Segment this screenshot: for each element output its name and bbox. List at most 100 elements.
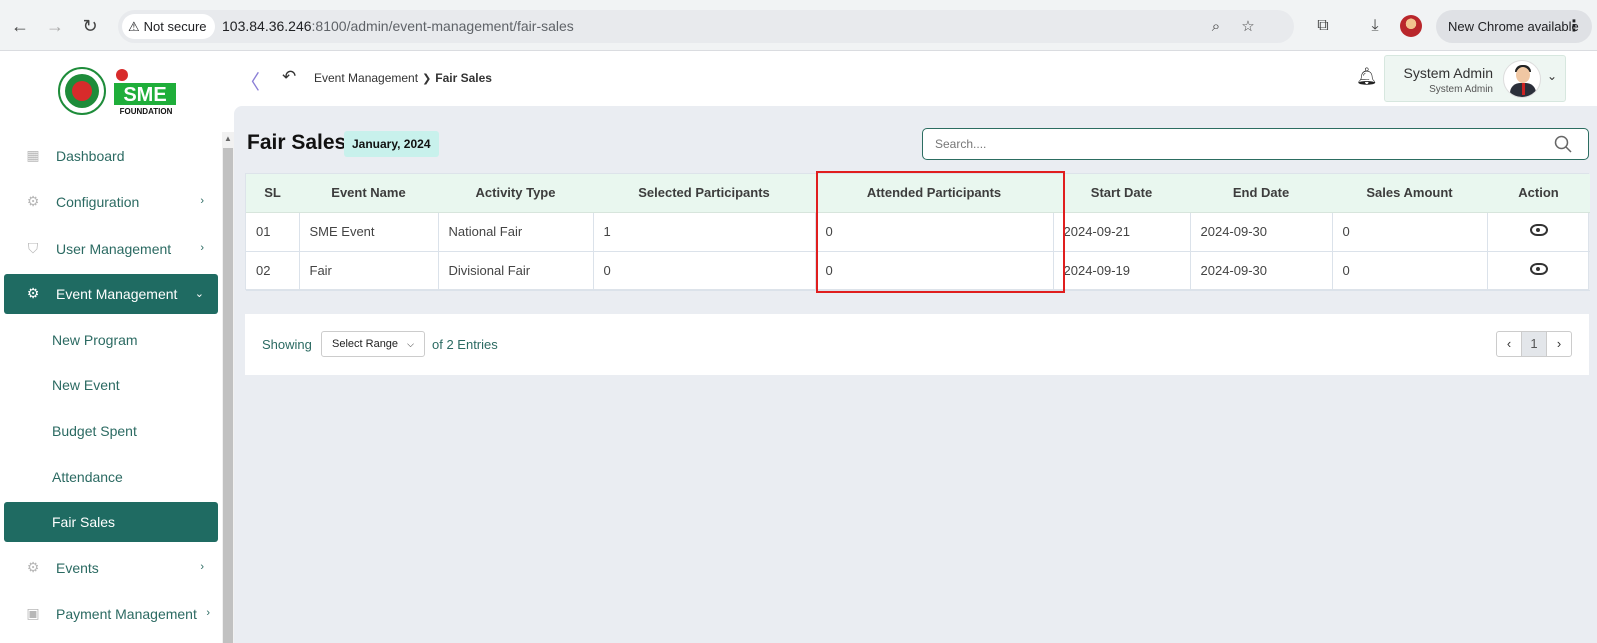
fair-sales-table: SL Event Name Activity Type Selected Par… — [245, 173, 1590, 291]
sidebar: ▦ Dashboard ⚙ Configuration › ⛉ User Man… — [0, 134, 222, 643]
user-name: System Admin — [1403, 65, 1493, 81]
next-page-button[interactable]: › — [1546, 331, 1572, 357]
sidebar-item-events[interactable]: ⚙ Events › — [4, 548, 218, 588]
url-text[interactable]: 103.84.36.246:8100/admin/event-managemen… — [222, 18, 574, 34]
column-header-selected-participants[interactable]: Selected Participants — [593, 174, 815, 213]
gear-icon: ⚙ — [26, 559, 40, 575]
sidebar-collapse-icon[interactable]: 〈 — [240, 66, 260, 95]
sidebar-subitem-new-event[interactable]: New Event — [4, 365, 218, 405]
scrollbar-thumb[interactable] — [223, 148, 233, 643]
menu-dots-icon[interactable]: ⋮ — [1566, 10, 1582, 43]
cell-action — [1487, 251, 1590, 291]
eye-icon[interactable] — [1529, 263, 1548, 275]
cell-attended-participants: 0 — [815, 212, 1054, 252]
extensions-icon[interactable]: ⧉ — [1311, 14, 1335, 38]
bell-icon[interactable]: 🔔︎ — [1356, 67, 1378, 87]
showing-label: Showing — [262, 337, 312, 352]
table-row: 02 Fair Divisional Fair 0 0 2024-09-19 2… — [246, 251, 1590, 291]
cell-attended-participants: 0 — [815, 251, 1054, 291]
sidebar-item-payment-management[interactable]: ▣ Payment Management › — [4, 594, 218, 634]
sidebar-subitem-attendance[interactable]: Attendance — [4, 457, 218, 497]
sidebar-item-configuration[interactable]: ⚙ Configuration › — [4, 182, 218, 222]
cell-selected-participants: 0 — [593, 251, 816, 291]
reload-icon[interactable]: ↻ — [78, 14, 102, 38]
cell-sales-amount: 0 — [1332, 212, 1488, 252]
chevron-down-icon: ⌄ — [194, 288, 204, 300]
cell-end-date: 2024-09-30 — [1190, 251, 1333, 291]
column-header-event-name[interactable]: Event Name — [299, 174, 438, 213]
cell-end-date: 2024-09-30 — [1190, 212, 1333, 252]
svg-text:FOUNDATION: FOUNDATION — [120, 107, 173, 116]
column-header-end-date[interactable]: End Date — [1190, 174, 1332, 213]
period-badge: January, 2024 — [344, 131, 439, 157]
cell-sales-amount: 0 — [1332, 251, 1488, 291]
eye-icon[interactable] — [1529, 224, 1548, 236]
breadcrumb-parent[interactable]: Event Management — [314, 71, 418, 85]
chevron-right-icon: › — [200, 561, 204, 573]
column-header-attended-participants[interactable]: Attended Participants — [815, 174, 1053, 213]
star-icon[interactable]: ☆ — [1238, 17, 1258, 37]
cell-activity-type: National Fair — [438, 212, 594, 252]
column-header-activity-type[interactable]: Activity Type — [438, 174, 593, 213]
chevron-left-icon: ‹ — [1506, 336, 1512, 351]
table-header-row: SL Event Name Activity Type Selected Par… — [246, 174, 1590, 213]
search-icon[interactable] — [1553, 134, 1573, 154]
sidebar-subitem-budget-spent[interactable]: Budget Spent — [4, 411, 218, 451]
column-header-start-date[interactable]: Start Date — [1053, 174, 1190, 213]
page-title: Fair Sales — [247, 131, 347, 154]
chevron-right-icon: › — [200, 242, 204, 254]
cell-activity-type: Divisional Fair — [438, 251, 594, 291]
chevron-right-icon: ❯ — [422, 73, 432, 85]
zoom-icon[interactable]: ⌕ — [1206, 17, 1226, 37]
cell-event-name: Fair — [299, 251, 439, 291]
chevron-right-icon: › — [206, 607, 210, 619]
column-header-sales-amount[interactable]: Sales Amount — [1332, 174, 1487, 213]
cell-start-date: 2024-09-19 — [1053, 251, 1191, 291]
address-bar[interactable]: ⚠ Not secure 103.84.36.246:8100/admin/eve… — [118, 10, 1294, 43]
gear-icon: ⚙ — [26, 285, 40, 301]
column-header-action: Action — [1487, 174, 1590, 213]
sidebar-item-dashboard[interactable]: ▦ Dashboard — [4, 136, 218, 176]
cell-sl: 02 — [246, 251, 300, 291]
breadcrumb: Event Management ❯ Fair Sales — [314, 71, 492, 85]
warning-icon: ⚠ — [128, 19, 140, 34]
user-menu[interactable]: System Admin System Admin ⌄ — [1384, 55, 1566, 102]
undo-back-icon[interactable]: ↶ — [282, 67, 296, 87]
chevron-down-icon: ⌄ — [1546, 69, 1557, 83]
browser-toolbar: ← → ↻ ⚠ Not secure 103.84.36.246:8100/adm… — [0, 0, 1597, 51]
cell-start-date: 2024-09-21 — [1053, 212, 1191, 252]
search-input[interactable] — [922, 128, 1589, 160]
sidebar-scrollbar[interactable]: ▲ — [222, 132, 234, 643]
chevron-right-icon: › — [1556, 336, 1562, 351]
range-select[interactable]: Select Range ⌵ — [321, 331, 425, 357]
scroll-up-icon[interactable]: ▲ — [224, 134, 232, 143]
sidebar-item-user-management[interactable]: ⛉ User Management › — [4, 229, 218, 269]
cell-event-name: SME Event — [299, 212, 439, 252]
svg-text:SME: SME — [123, 84, 166, 106]
config-icon: ⚙ — [26, 193, 40, 209]
chrome-update-button[interactable]: New Chrome available ⋮ — [1436, 10, 1592, 43]
breadcrumb-current: Fair Sales — [435, 71, 492, 85]
column-header-sl[interactable]: SL — [246, 174, 299, 213]
sidebar-subitem-fair-sales[interactable]: Fair Sales — [4, 502, 218, 542]
forward-arrow-icon[interactable]: → — [43, 14, 67, 38]
table-row: 01 SME Event National Fair 1 0 2024-09-2… — [246, 212, 1590, 252]
prev-page-button[interactable]: ‹ — [1496, 331, 1522, 357]
back-arrow-icon[interactable]: ← — [8, 14, 32, 38]
profile-avatar[interactable] — [1400, 15, 1422, 37]
chevron-down-icon: ⌵ — [407, 339, 414, 349]
sme-foundation-logo: SME FOUNDATION — [58, 67, 176, 116]
download-icon[interactable]: ⤓ — [1363, 14, 1387, 38]
payment-icon: ▣ — [26, 605, 40, 621]
shield-icon: ⛉ — [27, 240, 39, 256]
user-role: System Admin — [1429, 84, 1493, 95]
pagination-bar: Showing Select Range ⌵ of 2 Entries ‹ 1 … — [245, 314, 1589, 375]
cell-sl: 01 — [246, 212, 300, 252]
sidebar-subitem-new-program[interactable]: New Program — [4, 320, 218, 360]
cell-selected-participants: 1 — [593, 212, 816, 252]
sidebar-item-event-management[interactable]: ⚙ Event Management ⌄ — [4, 274, 218, 314]
security-chip[interactable]: ⚠ Not secure — [122, 14, 215, 39]
chevron-right-icon: › — [200, 195, 204, 207]
page-number-button[interactable]: 1 — [1521, 331, 1547, 357]
avatar — [1503, 60, 1541, 98]
